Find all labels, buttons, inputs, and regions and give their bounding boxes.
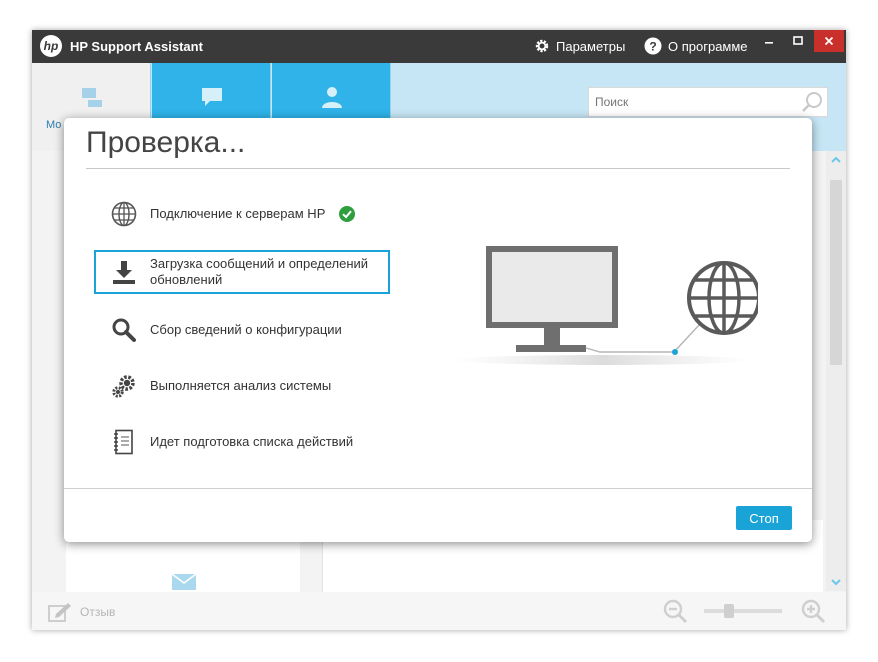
step-label: Подключение к серверам HP <box>150 206 326 221</box>
step-label: Сбор сведений о конфигурации <box>150 322 342 337</box>
step-label: Выполняется анализ системы <box>150 378 332 393</box>
stop-button[interactable]: Стоп <box>736 506 792 530</box>
title-divider <box>86 168 790 169</box>
edit-icon <box>48 603 71 622</box>
minimize-icon <box>765 42 773 44</box>
svg-text:?: ? <box>649 40 656 54</box>
search-icon[interactable] <box>801 91 823 113</box>
globe-illustration-icon <box>687 261 758 335</box>
feedback-label: Отзыв <box>80 605 116 619</box>
devices-icon <box>82 88 102 107</box>
settings-button[interactable]: Параметры <box>534 36 625 56</box>
about-label: О программе <box>668 38 748 54</box>
globe-icon <box>111 201 137 227</box>
gears-icon <box>112 375 135 398</box>
title-bar: hp HP Support Assistant Параметры ? О пр… <box>32 30 846 63</box>
about-button[interactable]: ? О программе <box>644 36 748 56</box>
scrollbar-thumb[interactable] <box>830 180 842 365</box>
dialog-title: Проверка... <box>86 126 246 159</box>
step-analyze-system: Выполняется анализ системы <box>94 364 390 408</box>
search-box <box>588 87 828 117</box>
close-button[interactable] <box>814 30 844 52</box>
chat-icon <box>202 88 222 106</box>
notebook-icon <box>114 429 133 455</box>
network-cable <box>585 323 701 353</box>
user-icon <box>322 87 342 108</box>
help-icon: ? <box>644 37 662 55</box>
gear-icon <box>535 39 549 53</box>
check-icon <box>339 206 356 222</box>
monitor-icon <box>486 246 618 352</box>
footer-divider <box>64 488 812 489</box>
search-input[interactable] <box>593 94 797 110</box>
checking-dialog: Проверка... Подключение к серверам HP За… <box>64 118 812 542</box>
step-connect-servers: Подключение к серверам HP <box>94 192 390 236</box>
step-download-updates: Загрузка сообщений и определений обновле… <box>94 250 390 294</box>
connection-dot <box>672 349 678 355</box>
step-collect-config: Сбор сведений о конфигурации <box>94 308 390 352</box>
zoom-out-icon[interactable] <box>662 598 688 624</box>
zoom-slider[interactable] <box>704 609 782 613</box>
maximize-icon <box>793 36 803 45</box>
step-label: Идет подготовка списка действий <box>150 434 354 449</box>
download-icon <box>113 261 135 284</box>
hp-logo-icon: hp <box>40 35 62 57</box>
feedback-button[interactable]: Отзыв <box>48 602 115 622</box>
network-illustration <box>453 246 758 365</box>
chevron-up-icon[interactable] <box>830 154 842 166</box>
magnifier-icon <box>112 318 136 342</box>
zoom-slider-handle[interactable] <box>724 604 734 618</box>
step-label: Загрузка сообщений и определений обновле… <box>150 256 369 287</box>
close-icon <box>824 36 834 46</box>
step-prepare-actions: Идет подготовка списка действий <box>94 420 390 464</box>
zoom-in-icon[interactable] <box>800 598 826 624</box>
chevron-down-icon[interactable] <box>830 576 842 588</box>
app-window: hp HP Support Assistant Параметры ? О пр… <box>32 30 846 630</box>
mail-icon <box>172 574 196 590</box>
nav-tab-devices-label: Мо <box>46 119 62 131</box>
bottom-bar: Отзыв <box>32 592 846 630</box>
maximize-button[interactable] <box>785 30 811 52</box>
floor-shadow <box>453 355 753 365</box>
app-title: HP Support Assistant <box>70 39 203 54</box>
settings-label: Параметры <box>556 38 626 54</box>
minimize-button[interactable] <box>756 30 782 52</box>
